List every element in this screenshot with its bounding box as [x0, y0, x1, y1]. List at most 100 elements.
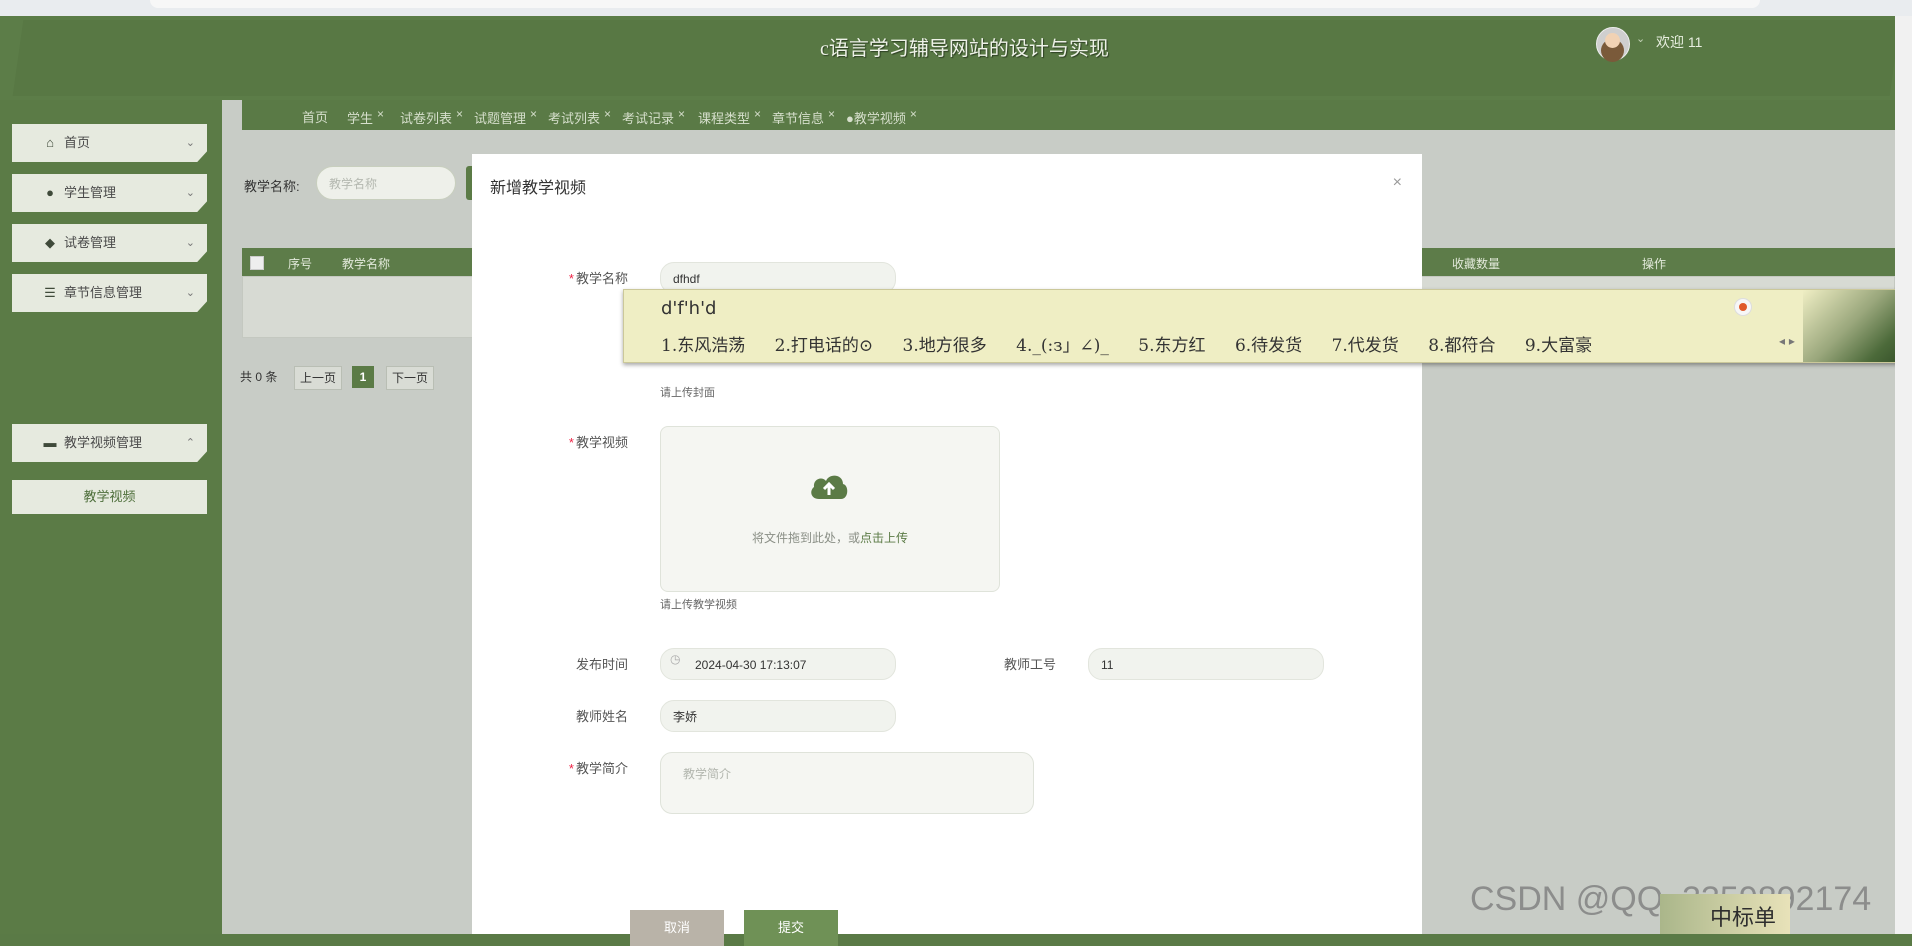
ime-composition: d'f'h'd	[661, 298, 717, 319]
prev-page-button[interactable]: 上一页	[294, 366, 342, 390]
avatar[interactable]	[1596, 27, 1630, 61]
add-video-dialog: 新增教学视频 × * 教学名称 dfhdf 请上传封面 * 教学视频 将文件拖到此处…	[472, 154, 1422, 946]
tab-label: 课程类型	[698, 111, 751, 126]
sidebar-item-papers[interactable]: ◆ 试卷管理 ⌄	[12, 224, 207, 262]
field-label: 发布时间	[575, 657, 628, 672]
tab-exams[interactable]: 考试列表 ×	[548, 107, 611, 127]
ime-candidate[interactable]: 5.东方红	[1138, 336, 1205, 356]
sidebar-item-students[interactable]: ● 学生管理 ⌄	[12, 174, 207, 212]
tab-label: 考试列表	[548, 111, 601, 126]
corner-text: 中标单	[1710, 906, 1777, 931]
cancel-button[interactable]: 取消	[630, 910, 724, 946]
click-upload-link[interactable]: 点击上传	[860, 531, 908, 545]
chevron-down-icon: ⌄	[185, 237, 195, 249]
intro-textarea[interactable]: 教学简介	[660, 752, 1034, 814]
sidebar-item-label: 首页	[64, 135, 91, 150]
tab-chapters[interactable]: 章节信息 ×	[772, 107, 835, 127]
tab-bar: 首页 学生 × 试卷列表 × 试题管理 × 考试列表 × 考试记录 × 课程类型 × 章节信…	[242, 100, 1895, 130]
field-label: * 教学简介	[568, 761, 628, 776]
cover-hint: 请上传封面	[660, 387, 715, 399]
submit-button[interactable]: 提交	[744, 910, 838, 946]
ime-candidate[interactable]: 7.代发货	[1332, 336, 1399, 356]
tab-students[interactable]: 学生 ×	[347, 107, 384, 127]
column-header[interactable]: 序号	[288, 255, 312, 272]
tab-label: 学生	[347, 111, 374, 126]
list-icon: ☰	[44, 285, 56, 300]
dialog-title: 新增教学视频	[490, 180, 587, 197]
close-icon[interactable]: ×	[678, 107, 685, 121]
close-icon[interactable]: ×	[456, 107, 463, 121]
ime-candidates: 1.东风浩荡 2.打电话的⊙ 3.地方很多 4._(:з」∠)_ 5.东方红 6…	[661, 331, 1616, 356]
page-number[interactable]: 1	[352, 366, 374, 388]
tab-home[interactable]: 首页	[302, 107, 328, 126]
video-hint: 请上传教学视频	[660, 599, 737, 611]
field-label: 教师工号	[1003, 657, 1056, 672]
ime-candidate[interactable]: 6.待发货	[1235, 336, 1302, 356]
intro-label: 教学简介	[575, 761, 628, 776]
sidebar-item-chapters[interactable]: ☰ 章节信息管理 ⌄	[12, 274, 207, 312]
tab-label: 章节信息	[772, 111, 825, 126]
ime-logo-icon[interactable]	[1734, 298, 1752, 316]
close-icon[interactable]: ×	[754, 107, 761, 121]
home-icon: ⌂	[46, 135, 54, 150]
tab-videos[interactable]: ●教学视频 ×	[846, 107, 917, 127]
pager-total: 共 0 条	[240, 370, 278, 384]
tab-label: ●教学视频	[846, 111, 906, 126]
chevron-down-icon: ⌄	[185, 137, 195, 149]
select-all-checkbox[interactable]	[250, 256, 264, 270]
ime-candidate[interactable]: 1.东风浩荡	[661, 336, 745, 356]
sidebar-item-home[interactable]: ⌂ 首页 ⌄	[12, 124, 207, 162]
field-label: * 教学视频	[568, 435, 628, 450]
teacher-name-input[interactable]: 李娇	[660, 700, 896, 732]
tab-course-types[interactable]: 课程类型 ×	[698, 107, 761, 127]
box-icon: ▬	[43, 435, 57, 450]
ime-candidate[interactable]: 9.大富豪	[1525, 336, 1592, 356]
sidebar-subitem-video[interactable]: 教学视频	[12, 480, 207, 514]
chevron-down-icon: ⌄	[185, 287, 195, 299]
tab-questions[interactable]: 试题管理 ×	[474, 107, 537, 127]
close-icon[interactable]: ×	[377, 107, 384, 121]
teacher-no-input[interactable]: 11	[1088, 648, 1324, 680]
close-icon[interactable]: ×	[1393, 174, 1402, 192]
column-header[interactable]: 教学名称	[342, 255, 390, 272]
tab-label: 首页	[302, 110, 329, 125]
column-header[interactable]: 收藏数量	[1452, 255, 1500, 272]
upload-instruction: 将文件拖到此处，或点击上传	[751, 531, 909, 545]
close-icon[interactable]: ×	[828, 107, 835, 121]
user-icon: ●	[46, 185, 54, 200]
search-input[interactable]: 教学名称	[316, 166, 456, 200]
chevron-down-icon: ⌄	[185, 187, 195, 199]
upload-cloud-icon	[811, 475, 848, 499]
browser-chrome	[0, 0, 1912, 16]
ime-page-arrows-icon[interactable]: ◂ ▸	[1779, 334, 1795, 348]
tab-records[interactable]: 考试记录 ×	[622, 107, 685, 127]
sidebar-item-label: 试卷管理	[64, 235, 117, 250]
sidebar-item-label: 学生管理	[64, 185, 117, 200]
ime-candidate[interactable]: 8.都符合	[1428, 336, 1495, 356]
ime-candidate[interactable]: 2.打电话的⊙	[775, 336, 873, 356]
site-title: c语言学习辅导网站的设计与实现	[820, 38, 1109, 60]
welcome-text: 欢迎 11	[1656, 34, 1703, 50]
clock-icon: ◷	[670, 652, 681, 666]
ime-candidate[interactable]: 4._(:з」∠)_	[1016, 336, 1109, 356]
tab-papers[interactable]: 试卷列表 ×	[400, 107, 463, 127]
video-label: 教学视频	[575, 435, 628, 450]
drop-icon: ◆	[45, 235, 55, 250]
chevron-up-icon: ⌃	[185, 437, 195, 449]
page-scrollbar[interactable]	[1895, 16, 1912, 934]
chevron-down-icon[interactable]: ⌄	[1636, 32, 1645, 45]
close-icon[interactable]: ×	[530, 107, 537, 121]
sidebar-item-label: 章节信息管理	[64, 285, 143, 300]
search-label: 教学名称:	[244, 179, 300, 194]
close-icon[interactable]: ×	[604, 107, 611, 121]
address-bar[interactable]	[150, 0, 1760, 8]
video-upload-area[interactable]: 将文件拖到此处，或点击上传	[660, 426, 1000, 592]
sidebar-item-videos[interactable]: ▬ 教学视频管理 ⌃	[12, 424, 207, 462]
next-page-button[interactable]: 下一页	[386, 366, 434, 390]
sidebar: ⌂ 首页 ⌄ ● 学生管理 ⌄ ◆ 试卷管理 ⌄ ☰ 章节信息管理 ⌄ ▬ 教学…	[0, 100, 222, 934]
tab-label: 试卷列表	[400, 111, 453, 126]
publish-time-input[interactable]: 2024-04-30 17:13:07	[660, 648, 896, 680]
tab-label: 考试记录	[622, 111, 675, 126]
close-icon[interactable]: ×	[910, 107, 917, 121]
ime-candidate[interactable]: 3.地方很多	[903, 336, 987, 356]
